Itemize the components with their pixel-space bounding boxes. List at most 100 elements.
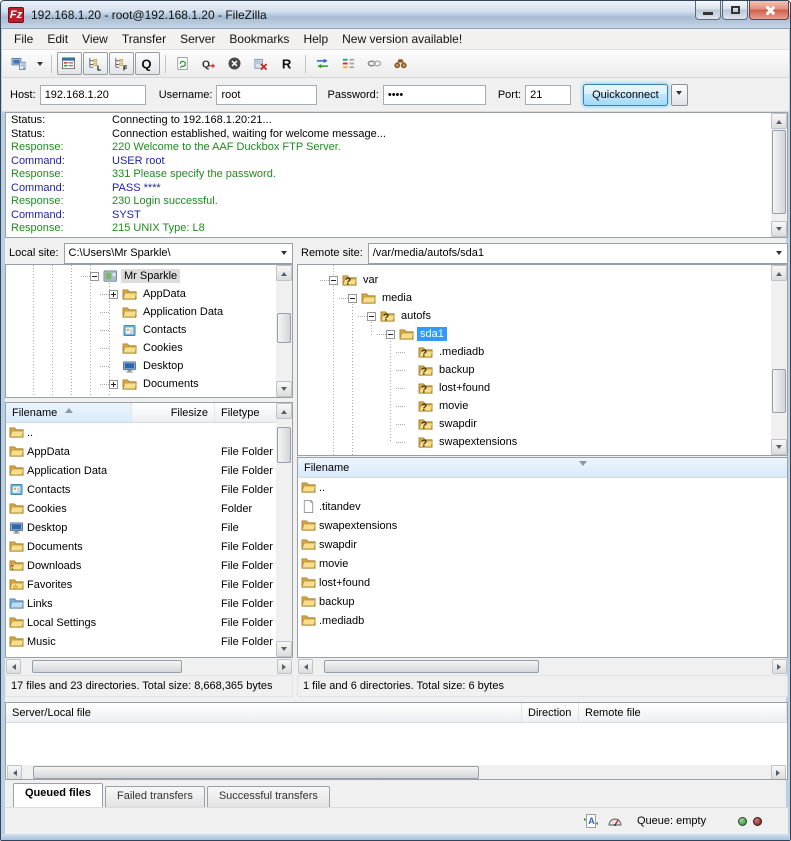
column-header-remote-file[interactable]: Remote file bbox=[579, 703, 787, 723]
scrollbar-thumb[interactable] bbox=[277, 313, 291, 343]
tab-queued-files[interactable]: Queued files bbox=[13, 783, 103, 807]
local-list-hscrollbar[interactable] bbox=[6, 659, 292, 674]
remote-list-hscrollbar[interactable] bbox=[298, 659, 787, 674]
scrollbar-thumb[interactable] bbox=[324, 660, 539, 673]
port-input[interactable] bbox=[525, 85, 571, 105]
disconnect-button[interactable] bbox=[249, 52, 274, 75]
tree-item-media[interactable]: media bbox=[298, 289, 771, 307]
toggle-queue-button[interactable]: Q bbox=[135, 52, 160, 75]
scrollbar-thumb[interactable] bbox=[772, 130, 786, 214]
file-row-item[interactable]: .. bbox=[6, 423, 276, 442]
search-button[interactable] bbox=[389, 52, 414, 75]
local-list-scrollbar[interactable] bbox=[276, 403, 292, 657]
tree-item-lost-found[interactable]: ?lost+found bbox=[298, 379, 771, 397]
scrollbar-thumb[interactable] bbox=[33, 766, 479, 779]
quickconnect-button[interactable]: Quickconnect bbox=[583, 84, 668, 106]
tree-item-swapdir[interactable]: ?swapdir bbox=[298, 415, 771, 433]
toggle-message-log-button[interactable] bbox=[57, 52, 82, 75]
tree-item-desktop[interactable]: Desktop bbox=[6, 357, 276, 375]
tab-successful-transfers[interactable]: Successful transfers bbox=[207, 786, 330, 807]
remote-site-combo[interactable]: /var/media/autofs/sda1 bbox=[368, 243, 788, 264]
scroll-down-button[interactable] bbox=[771, 221, 787, 237]
file-row-lost-found[interactable]: lost+found bbox=[298, 573, 787, 592]
tree-expander[interactable] bbox=[348, 294, 357, 303]
scroll-down-button[interactable] bbox=[771, 439, 787, 455]
menu-server[interactable]: Server bbox=[173, 30, 222, 48]
column-header-server-local-file[interactable]: Server/Local file bbox=[6, 703, 522, 723]
scroll-left-button[interactable] bbox=[298, 659, 313, 674]
file-row-links[interactable]: LinksFile Folder bbox=[6, 594, 276, 613]
file-row-favorites[interactable]: FavoritesFile Folder bbox=[6, 575, 276, 594]
tree-item-documents[interactable]: Documents bbox=[6, 375, 276, 393]
menu-bookmarks[interactable]: Bookmarks bbox=[222, 30, 296, 48]
menu-file[interactable]: File bbox=[7, 30, 40, 48]
file-row-titandev[interactable]: .titandev bbox=[298, 497, 787, 516]
toggle-remote-tree-button[interactable]: F bbox=[109, 52, 134, 75]
file-row-mediadb[interactable]: .mediadb bbox=[298, 611, 787, 630]
directory-comparison-button[interactable] bbox=[311, 52, 336, 75]
tree-item-backup[interactable]: ?backup bbox=[298, 361, 771, 379]
username-input[interactable] bbox=[216, 85, 317, 105]
scroll-up-button[interactable] bbox=[771, 265, 787, 281]
host-input[interactable] bbox=[40, 85, 146, 105]
process-queue-button[interactable]: Q bbox=[197, 52, 222, 75]
tree-expander[interactable] bbox=[329, 276, 338, 285]
minimize-button[interactable] bbox=[695, 1, 721, 20]
tree-item-application-data[interactable]: Application Data bbox=[6, 303, 276, 321]
tree-item-dvd[interactable]: ?dvd bbox=[298, 451, 771, 455]
scroll-down-button[interactable] bbox=[276, 381, 292, 397]
column-header-filename[interactable]: Filename bbox=[298, 458, 787, 478]
column-header-direction[interactable]: Direction bbox=[522, 703, 579, 723]
title-bar[interactable]: Fz 192.168.1.20 - root@192.168.1.20 - Fi… bbox=[1, 1, 790, 29]
scroll-right-button[interactable] bbox=[771, 765, 786, 780]
tab-failed-transfers[interactable]: Failed transfers bbox=[105, 786, 205, 807]
file-row-appdata[interactable]: AppDataFile Folder bbox=[6, 442, 276, 461]
file-row-swapdir[interactable]: swapdir bbox=[298, 535, 787, 554]
speed-limits-icon[interactable] bbox=[607, 813, 623, 829]
tree-item-mr-sparkle[interactable]: Mr Sparkle bbox=[6, 267, 276, 285]
file-row-local-settings[interactable]: Local SettingsFile Folder bbox=[6, 613, 276, 632]
message-log-scrollbar[interactable] bbox=[771, 113, 787, 237]
tree-item-appdata[interactable]: AppData bbox=[6, 285, 276, 303]
column-header-filesize[interactable]: Filesize bbox=[132, 403, 215, 423]
file-row-desktop[interactable]: DesktopFile bbox=[6, 518, 276, 537]
tree-item-var[interactable]: ?var bbox=[298, 271, 771, 289]
tree-item-mediadb[interactable]: ?.mediadb bbox=[298, 343, 771, 361]
file-row-swapextensions[interactable]: swapextensions bbox=[298, 516, 787, 535]
synchronized-browsing-button[interactable] bbox=[363, 52, 388, 75]
filter-button[interactable] bbox=[337, 52, 362, 75]
file-row-backup[interactable]: backup bbox=[298, 592, 787, 611]
site-manager-button[interactable] bbox=[7, 52, 32, 75]
tree-expander[interactable] bbox=[109, 290, 118, 299]
scroll-right-button[interactable] bbox=[772, 659, 787, 674]
scroll-up-button[interactable] bbox=[276, 403, 292, 419]
reconnect-button[interactable]: R bbox=[275, 52, 300, 75]
scroll-down-button[interactable] bbox=[276, 641, 292, 657]
scroll-up-button[interactable] bbox=[276, 265, 292, 281]
queue-hscrollbar[interactable] bbox=[7, 765, 786, 780]
scroll-left-button[interactable] bbox=[7, 765, 22, 780]
menu-new-version-notice[interactable]: New version available! bbox=[335, 30, 469, 48]
password-input[interactable] bbox=[383, 85, 486, 105]
scrollbar-thumb[interactable] bbox=[772, 369, 786, 413]
file-row-documents[interactable]: DocumentsFile Folder bbox=[6, 537, 276, 556]
remote-tree-scrollbar[interactable] bbox=[771, 265, 787, 455]
menu-edit[interactable]: Edit bbox=[40, 30, 75, 48]
local-tree-scrollbar[interactable] bbox=[276, 265, 292, 397]
column-header-filetype[interactable]: Filetype bbox=[215, 403, 276, 423]
resize-grip[interactable] bbox=[774, 820, 786, 832]
tree-item-swapextensions[interactable]: ?swapextensions bbox=[298, 433, 771, 451]
file-row-contacts[interactable]: ContactsFile Folder bbox=[6, 480, 276, 499]
cancel-button[interactable] bbox=[223, 52, 248, 75]
menu-help[interactable]: Help bbox=[296, 30, 335, 48]
quickconnect-dropdown-button[interactable] bbox=[671, 84, 688, 106]
tree-expander[interactable] bbox=[386, 330, 395, 339]
toggle-local-tree-button[interactable]: L bbox=[83, 52, 108, 75]
file-row-downloads[interactable]: DownloadsFile Folder bbox=[6, 556, 276, 575]
menu-view[interactable]: View bbox=[75, 30, 115, 48]
site-manager-button-dropdown[interactable] bbox=[33, 52, 46, 75]
tree-expander[interactable] bbox=[90, 272, 99, 281]
file-row-cookies[interactable]: CookiesFolder bbox=[6, 499, 276, 518]
local-site-combo[interactable]: C:\Users\Mr Sparkle\ bbox=[64, 243, 293, 264]
refresh-button[interactable] bbox=[171, 52, 196, 75]
